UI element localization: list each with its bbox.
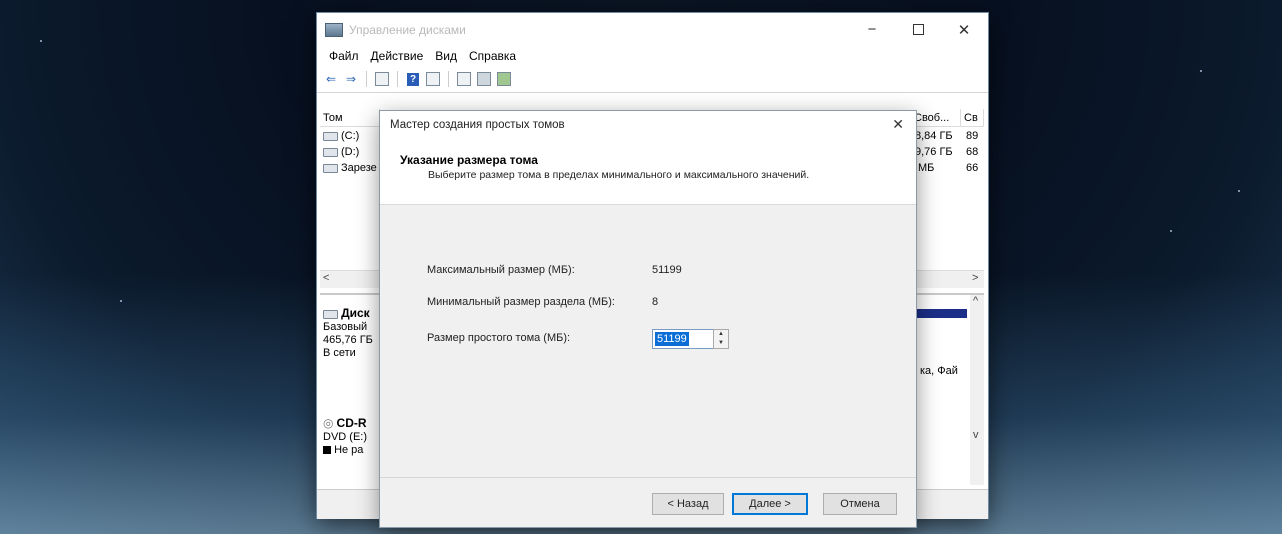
- next-button[interactable]: Далее >: [732, 493, 808, 515]
- star: [40, 40, 42, 42]
- drive-icon: [323, 131, 338, 141]
- window-titlebar: Управление дисками − ✕: [317, 13, 988, 46]
- percent-free-value: 89: [966, 130, 979, 142]
- cdrom-status: Не ра: [334, 444, 364, 456]
- column-percent-free[interactable]: Св: [961, 109, 984, 127]
- disk-management-icon: [325, 22, 343, 37]
- disk0-status: В сети: [323, 347, 356, 359]
- disk0-type: Базовый: [323, 321, 368, 333]
- volume-size-stepper[interactable]: ▲ ▼: [713, 329, 729, 349]
- menu-bar: Файл Действие Вид Справка: [317, 46, 988, 66]
- max-size-value: 51199: [652, 264, 682, 276]
- disk0-title: Диск: [341, 306, 370, 320]
- column-volume[interactable]: Том: [320, 109, 380, 127]
- partition-text[interactable]: ка, Фай: [920, 365, 958, 377]
- disk0-size: 465,76 ГБ: [323, 334, 373, 346]
- min-size-label: Минимальный размер раздела (МБ):: [427, 296, 615, 308]
- disk-icon: [323, 309, 338, 319]
- toolbar-separator: [366, 71, 367, 87]
- maximize-button[interactable]: [895, 13, 941, 46]
- console-tree-icon[interactable]: [374, 71, 390, 87]
- spin-up-icon[interactable]: ▲: [714, 330, 728, 339]
- star: [1238, 190, 1240, 192]
- column-free-space[interactable]: Своб...: [911, 109, 961, 127]
- free-space-value: МБ: [918, 162, 935, 174]
- scroll-up-icon[interactable]: ^: [973, 295, 978, 307]
- volume-size-value: 51199: [655, 332, 689, 346]
- free-space-value: 9,76 ГБ: [915, 146, 953, 158]
- cdrom-title: CD-R: [336, 416, 367, 430]
- wizard-header: Указание размера тома Выберите размер то…: [380, 139, 916, 205]
- back-arrow-icon[interactable]: ⇐: [323, 71, 339, 87]
- minimize-button[interactable]: −: [849, 13, 895, 46]
- toolbar: ⇐ ⇒ ?: [317, 66, 988, 93]
- cancel-button[interactable]: Отмена: [823, 493, 897, 515]
- menu-help[interactable]: Справка: [463, 49, 522, 63]
- star: [120, 300, 122, 302]
- max-size-label: Максимальный размер (МБ):: [427, 264, 575, 276]
- min-size-value: 8: [652, 296, 659, 308]
- free-space-value: 8,84 ГБ: [915, 130, 953, 142]
- cdrom-info[interactable]: ◎ CD-R DVD (E:) Не ра: [323, 417, 367, 457]
- volume-size-label: Размер простого тома (МБ):: [427, 332, 571, 344]
- drive-icon: [323, 147, 338, 157]
- close-button[interactable]: ✕: [941, 13, 987, 46]
- menu-file[interactable]: Файл: [323, 49, 365, 63]
- forward-arrow-icon[interactable]: ⇒: [343, 71, 359, 87]
- percent-free-value: 66: [966, 162, 979, 174]
- wizard-titlebar: Мастер создания простых томов: [380, 111, 916, 139]
- unallocated-legend-icon: [323, 446, 331, 455]
- wizard-heading: Указание размера тома: [400, 153, 538, 167]
- volume-size-input[interactable]: 51199: [652, 329, 714, 349]
- scroll-right-icon[interactable]: >: [972, 272, 978, 284]
- wizard-close-button[interactable]: ✕: [892, 116, 904, 133]
- volume-name: (C:): [341, 130, 360, 142]
- action-pane-icon[interactable]: [425, 71, 441, 87]
- volume-row[interactable]: Зарезе: [323, 162, 377, 174]
- volume-row[interactable]: (D:): [323, 146, 359, 158]
- new-simple-volume-wizard: Мастер создания простых томов ✕ Указание…: [380, 111, 916, 527]
- refresh-icon[interactable]: [456, 71, 472, 87]
- disk0-info[interactable]: Диск Базовый 465,76 ГБ В сети: [323, 307, 373, 360]
- scroll-down-icon[interactable]: v: [973, 429, 979, 441]
- volume-name: (D:): [341, 146, 360, 158]
- menu-view[interactable]: Вид: [429, 49, 463, 63]
- export-list-icon[interactable]: [496, 71, 512, 87]
- maximize-icon: [912, 24, 924, 35]
- back-button[interactable]: < Назад: [652, 493, 724, 515]
- help-icon[interactable]: ?: [405, 71, 421, 87]
- cdrom-icon: ◎: [323, 416, 334, 430]
- scroll-left-icon[interactable]: <: [323, 272, 329, 284]
- toolbar-separator: [448, 71, 449, 87]
- wizard-title: Мастер создания простых томов: [390, 119, 565, 131]
- spin-down-icon[interactable]: ▼: [714, 339, 728, 348]
- properties-icon[interactable]: [476, 71, 492, 87]
- drive-icon: [323, 163, 338, 173]
- wizard-footer-divider: [380, 477, 916, 478]
- star: [1170, 230, 1172, 232]
- toolbar-separator: [397, 71, 398, 87]
- menu-action[interactable]: Действие: [365, 49, 430, 63]
- volume-row[interactable]: (C:): [323, 130, 359, 142]
- wizard-subheading: Выберите размер тома в пределах минималь…: [428, 169, 810, 181]
- cdrom-type: DVD (E:): [323, 431, 367, 443]
- window-title: Управление дисками: [349, 22, 466, 37]
- percent-free-value: 68: [966, 146, 979, 158]
- vertical-scrollbar[interactable]: ^ v: [970, 295, 984, 485]
- star: [1200, 70, 1202, 72]
- volume-name: Зарезе: [341, 162, 377, 174]
